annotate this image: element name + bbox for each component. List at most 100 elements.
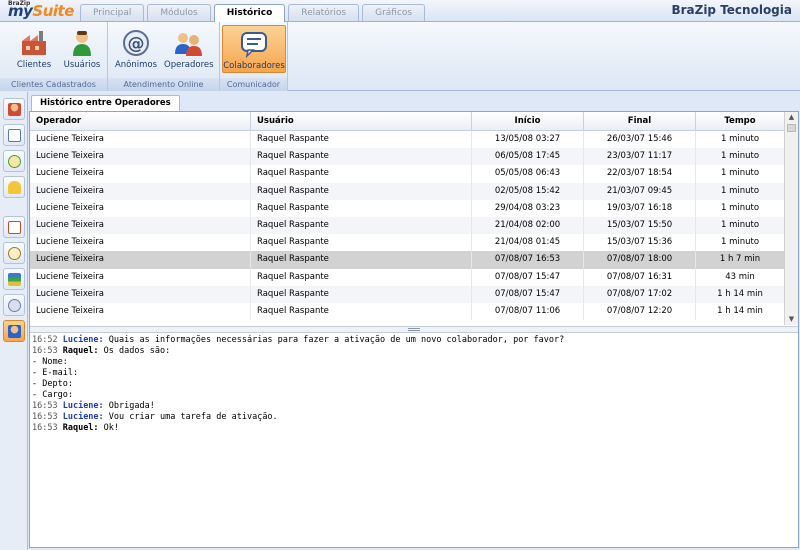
chat-sender: Raquel: [62,346,99,356]
group-clientes-cadastrados: Clientes Usuários Clientes Cadastrados [0,22,108,91]
cell-tempo: 1 minuto [696,165,785,183]
cell-tempo: 1 minuto [696,131,785,149]
chat-sender: Raquel: [62,423,99,433]
splitter-grip-icon[interactable] [408,328,420,331]
table-row[interactable]: Luciene Teixeira Raquel Raspante 07/08/07 … [30,268,785,286]
clientes-button[interactable]: Clientes [10,25,58,73]
top-bar: BraZip mySuite Principal Módulos Históri… [0,0,800,22]
grid-header: Operador Usuário Início Final Tempo [30,112,785,131]
ribbon: Clientes Usuários Clientes Cadastrados @… [0,22,800,91]
cell-operador: Luciene Teixeira [30,268,251,286]
cell-inicio: 07/08/07 15:47 [472,285,584,303]
cell-final: 26/03/07 15:46 [584,131,696,149]
anonimos-button[interactable]: @ Anônimos [112,25,160,73]
tab-historico[interactable]: Histórico [213,4,286,22]
chat-message: - Cargo: [32,390,792,401]
chat-message: 16:53 Luciene: Vou criar uma tarefa de a… [32,412,792,423]
user-icon [67,28,97,58]
table-row[interactable]: Luciene Teixeira Raquel Raspante 05/05/08 … [30,165,785,183]
bell-button[interactable] [3,176,25,198]
chat-time: 16:53 [32,401,58,411]
chat-text: - E-mail: [32,368,79,378]
table-row[interactable]: Luciene Teixeira Raquel Raspante 02/05/08 … [30,182,785,200]
scroll-up-icon[interactable]: ▲ [786,112,797,123]
anonimos-label: Anônimos [114,60,158,70]
chat-time: 16:53 [32,423,58,433]
cell-usuario: Raquel Raspante [251,234,472,252]
cell-tempo: 43 min [696,268,785,286]
scroll-down-icon[interactable]: ▼ [786,314,797,325]
col-inicio[interactable]: Início [472,112,584,130]
operadores-button[interactable]: Operadores [164,25,214,73]
colaboradores-button[interactable]: Colaboradores [222,25,286,73]
table-row[interactable]: Luciene Teixeira Raquel Raspante 07/08/07 … [30,302,785,321]
table-row[interactable]: Luciene Teixeira Raquel Raspante 21/04/08 … [30,234,785,252]
chat-time: 16:53 [32,412,58,422]
chat-text: Os dados são: [103,346,171,356]
cell-final: 15/03/07 15:50 [584,216,696,235]
tab-graficos[interactable]: Gráficos [362,4,426,21]
cell-usuario: Raquel Raspante [251,268,472,286]
tab-historico-entre-operadores[interactable]: Histórico entre Operadores [31,95,180,111]
cell-final: 19/03/07 16:18 [584,199,696,217]
cell-inicio: 13/05/08 03:27 [472,131,584,149]
cell-final: 22/03/07 18:54 [584,165,696,183]
add-document-button[interactable] [3,124,25,146]
cell-usuario: Raquel Raspante [251,302,472,321]
books-button[interactable] [3,268,25,290]
cell-inicio: 02/05/08 15:42 [472,182,584,200]
cell-usuario: Raquel Raspante [251,199,472,217]
col-tempo[interactable]: Tempo [696,112,785,130]
cell-final: 07/08/07 12:20 [584,302,696,321]
left-toolbar [0,92,28,550]
cell-final: 07/08/07 16:31 [584,268,696,286]
col-usuario[interactable]: Usuário [251,112,472,130]
clock-icon [8,247,21,260]
user-history-button[interactable] [3,98,25,120]
table-row[interactable]: Luciene Teixeira Raquel Raspante 06/05/08 … [30,148,785,166]
cell-final: 21/03/07 09:45 [584,182,696,200]
cell-tempo: 1 h 14 min [696,285,785,303]
cell-final: 15/03/07 15:36 [584,234,696,252]
panel-splitter[interactable] [30,326,798,333]
collaborator-button[interactable] [3,320,25,342]
cell-inicio: 29/04/08 03:23 [472,199,584,217]
cell-usuario: Raquel Raspante [251,182,472,200]
chat-message: 16:53 Raquel: Ok! [32,423,792,434]
chat-users-button[interactable] [3,294,25,316]
table-row[interactable]: Luciene Teixeira Raquel Raspante 07/08/07 … [30,285,785,303]
bell-icon [8,181,21,194]
cell-inicio: 07/08/07 15:47 [472,268,584,286]
chat-message: 16:53 Raquel: Os dados são: [32,346,792,357]
cell-usuario: Raquel Raspante [251,285,472,303]
col-final[interactable]: Final [584,112,696,130]
tab-relatorios[interactable]: Relatórios [288,4,360,21]
chat-sender: Luciene: [62,401,104,411]
brand-name: BraZip Tecnologia [671,3,792,17]
chat-text: Vou criar uma tarefa de ativação. [108,412,278,422]
cell-operador: Luciene Teixeira [30,302,251,321]
table-row[interactable]: Luciene Teixeira Raquel Raspante 29/04/08 … [30,199,785,217]
grid-scrollbar[interactable]: ▲ ▼ [784,112,798,325]
cell-inicio: 05/05/08 06:43 [472,165,584,183]
scheduled-add-button[interactable] [3,150,25,172]
col-operador[interactable]: Operador [30,112,251,130]
tab-principal[interactable]: Principal [80,4,145,21]
table-row[interactable]: Luciene Teixeira Raquel Raspante 21/04/08 … [30,216,785,235]
cell-usuario: Raquel Raspante [251,148,472,166]
cell-operador: Luciene Teixeira [30,234,251,252]
scroll-thumb[interactable] [787,124,796,132]
tab-modulos[interactable]: Módulos [147,4,211,21]
table-row[interactable]: Luciene Teixeira Raquel Raspante 07/08/07 … [30,251,785,269]
chat-message: 16:52 Luciene: Quais as informações nece… [32,335,792,346]
usuarios-button[interactable]: Usuários [58,25,106,73]
clock-button[interactable] [3,242,25,264]
table-row[interactable]: Luciene Teixeira Raquel Raspante 13/05/08 … [30,131,785,149]
factory-icon [19,28,49,58]
note-edit-button[interactable] [3,216,25,238]
group-comunicador: Colaboradores Comunicador [220,22,288,91]
usuarios-label: Usuários [63,60,101,70]
chat-text: Obrigada! [108,401,155,411]
operators-icon [173,28,203,58]
cell-operador: Luciene Teixeira [30,165,251,183]
